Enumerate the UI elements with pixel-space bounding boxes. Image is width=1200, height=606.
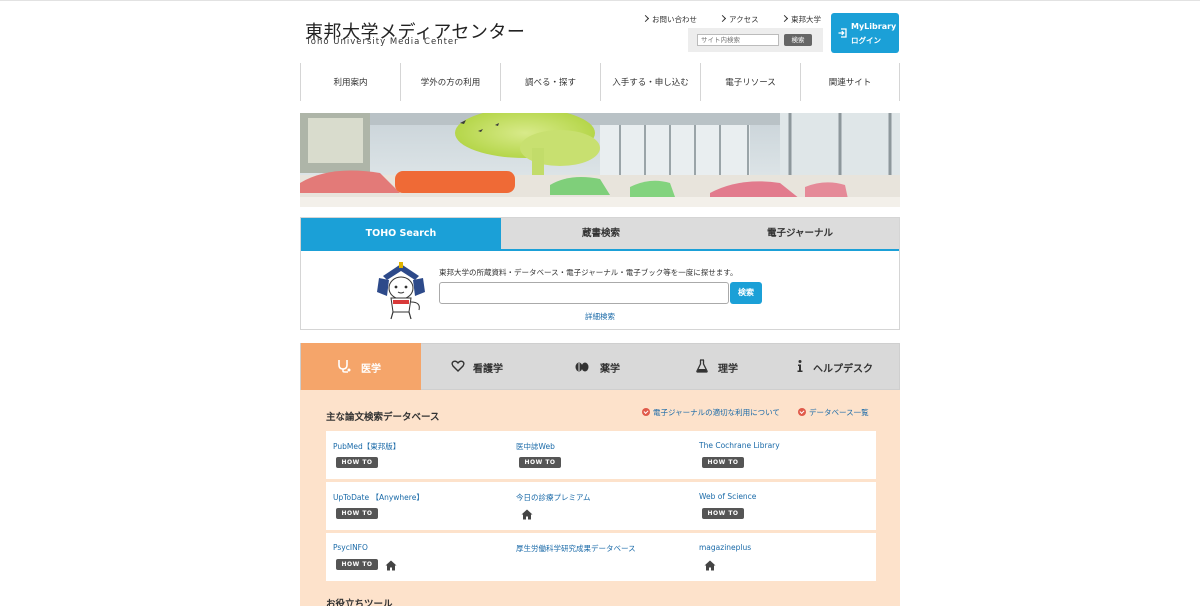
database-link-cochrane[interactable]: The Cochrane Library [699,441,780,450]
toho-search-input[interactable] [439,282,729,304]
database-link-web-of-science[interactable]: Web of Science [699,492,756,501]
database-link-magazineplus[interactable]: magazineplus [699,543,751,552]
nav-item-external-users[interactable]: 学外の方の利用 [400,63,500,101]
nav-item-obtain[interactable]: 入手する・申し込む [600,63,700,101]
catalog-search-panel: TOHO Search 蔵書検索 電子ジャーナル 東邦大学の所蔵資料・データベー… [300,217,900,330]
util-link-contact[interactable]: お問い合わせ [641,14,697,25]
login-icon [838,28,847,38]
tab-label: 理学 [718,364,738,375]
flask-icon [696,359,708,373]
database-link-konnichi[interactable]: 今日の診療プレミアム [516,492,590,503]
database-item: The Cochrane Library HOW TO [692,431,872,479]
pills-icon [575,362,589,372]
chevron-right-icon [780,14,789,23]
database-link-ichushi[interactable]: 医中誌Web [516,441,555,452]
howto-button[interactable]: HOW TO [702,508,744,519]
util-link-university[interactable]: 東邦大学 [780,14,821,25]
tab-helpdesk[interactable]: ヘルプデスク [781,343,899,390]
site-logo-en[interactable]: Toho University Media Center [306,37,459,47]
subject-section: 医学 看護学 薬学 理学 ヘルプデスク 主な論文検索データベース 電子ジャーナル… [300,343,900,606]
useful-tools-heading: お役立ちツール [326,599,393,606]
nav-item-e-resources[interactable]: 電子リソース [700,63,800,101]
database-item: PsycINFO HOW TO [326,533,506,581]
util-link-label: 東邦大学 [791,15,821,24]
util-link-access[interactable]: アクセス [718,14,759,25]
mascot-illustration [377,262,425,320]
database-item: 今日の診療プレミアム [509,482,689,530]
ejournal-policy-link[interactable]: 電子ジャーナルの適切な利用について [642,407,780,418]
tab-label: ヘルプデスク [813,364,873,375]
tab-nursing[interactable]: 看護学 [421,343,541,390]
site-search-button[interactable]: 検索 [784,34,812,46]
howto-button[interactable]: HOW TO [519,457,561,468]
mylibrary-login-button[interactable]: MyLibrary ログイン [831,13,899,53]
tab-label: 薬学 [600,364,620,375]
login-label: ログイン [851,36,881,45]
howto-button[interactable]: HOW TO [702,457,744,468]
database-item: 厚生労働科学研究成果データベース [509,533,689,581]
global-nav: 利用案内 学外の方の利用 調べる・探す 入手する・申し込む 電子リソース 関連サ… [300,63,900,101]
database-link-psycinfo[interactable]: PsycINFO [333,543,368,552]
tab-science[interactable]: 理学 [661,343,781,390]
search-description: 東邦大学の所蔵資料・データベース・電子ジャーナル・電子ブック等を一度に探せます。 [439,268,738,277]
check-circle-icon [642,408,650,416]
info-icon [797,360,803,372]
database-item: Web of Science HOW TO [692,482,872,530]
util-link-label: アクセス [729,15,759,24]
site-search: 検索 [688,28,823,52]
tab-toho-search[interactable]: TOHO Search [301,218,501,250]
tab-label: 医学 [361,364,381,375]
stethoscope-icon [338,360,351,373]
heart-icon [451,360,465,372]
tab-pharmacy[interactable]: 薬学 [541,343,661,390]
database-item: 医中誌Web HOW TO [509,431,689,479]
tab-underline [301,249,899,251]
home-icon[interactable] [704,560,716,571]
database-item: PubMed【東邦版】 HOW TO [326,431,506,479]
howto-button[interactable]: HOW TO [336,559,378,570]
site-search-input[interactable] [697,34,779,46]
panel-title: 主な論文検索データベース [326,412,440,423]
chevron-right-icon [641,14,650,23]
database-item: UpToDate 【Anywhere】 HOW TO [326,482,506,530]
mylibrary-label: MyLibrary [851,22,897,31]
chevron-right-icon [718,14,727,23]
database-link-mhlw-research[interactable]: 厚生労働科学研究成果データベース [516,543,636,554]
home-icon[interactable] [385,560,397,571]
advanced-search-link[interactable]: 詳細検索 [585,311,615,322]
medicine-panel: 主な論文検索データベース 電子ジャーナルの適切な利用について データベース一覧 … [300,390,900,606]
database-link-uptodate[interactable]: UpToDate 【Anywhere】 [333,492,424,503]
howto-button[interactable]: HOW TO [336,457,378,468]
toho-search-button[interactable]: 検索 [730,282,762,304]
nav-item-research[interactable]: 調べる・探す [500,63,600,101]
page-container: 東邦大学メディアセンター Toho University Media Cente… [300,0,900,606]
nav-item-related-sites[interactable]: 関連サイト [800,63,900,101]
util-link-label: お問い合わせ [652,15,697,24]
banner-image [300,113,900,207]
tab-label: 看護学 [473,364,503,375]
tab-ejournal[interactable]: 電子ジャーナル [701,218,899,250]
link-label: データベース一覧 [809,408,869,417]
database-item: magazineplus [692,533,872,581]
tab-opac-search[interactable]: 蔵書検索 [501,218,701,250]
link-label: 電子ジャーナルの適切な利用について [653,408,780,417]
check-circle-icon [798,408,806,416]
tab-medicine[interactable]: 医学 [301,343,421,390]
database-list-link[interactable]: データベース一覧 [798,407,869,418]
home-icon[interactable] [521,509,533,520]
database-row: UpToDate 【Anywhere】 HOW TO 今日の診療プレミアム We… [326,482,876,530]
database-link-pubmed[interactable]: PubMed【東邦版】 [333,441,400,452]
database-row: PubMed【東邦版】 HOW TO 医中誌Web HOW TO The Coc… [326,431,876,479]
nav-item-guide[interactable]: 利用案内 [300,63,400,101]
howto-button[interactable]: HOW TO [336,508,378,519]
database-row: PsycINFO HOW TO 厚生労働科学研究成果データベース magazin… [326,533,876,581]
